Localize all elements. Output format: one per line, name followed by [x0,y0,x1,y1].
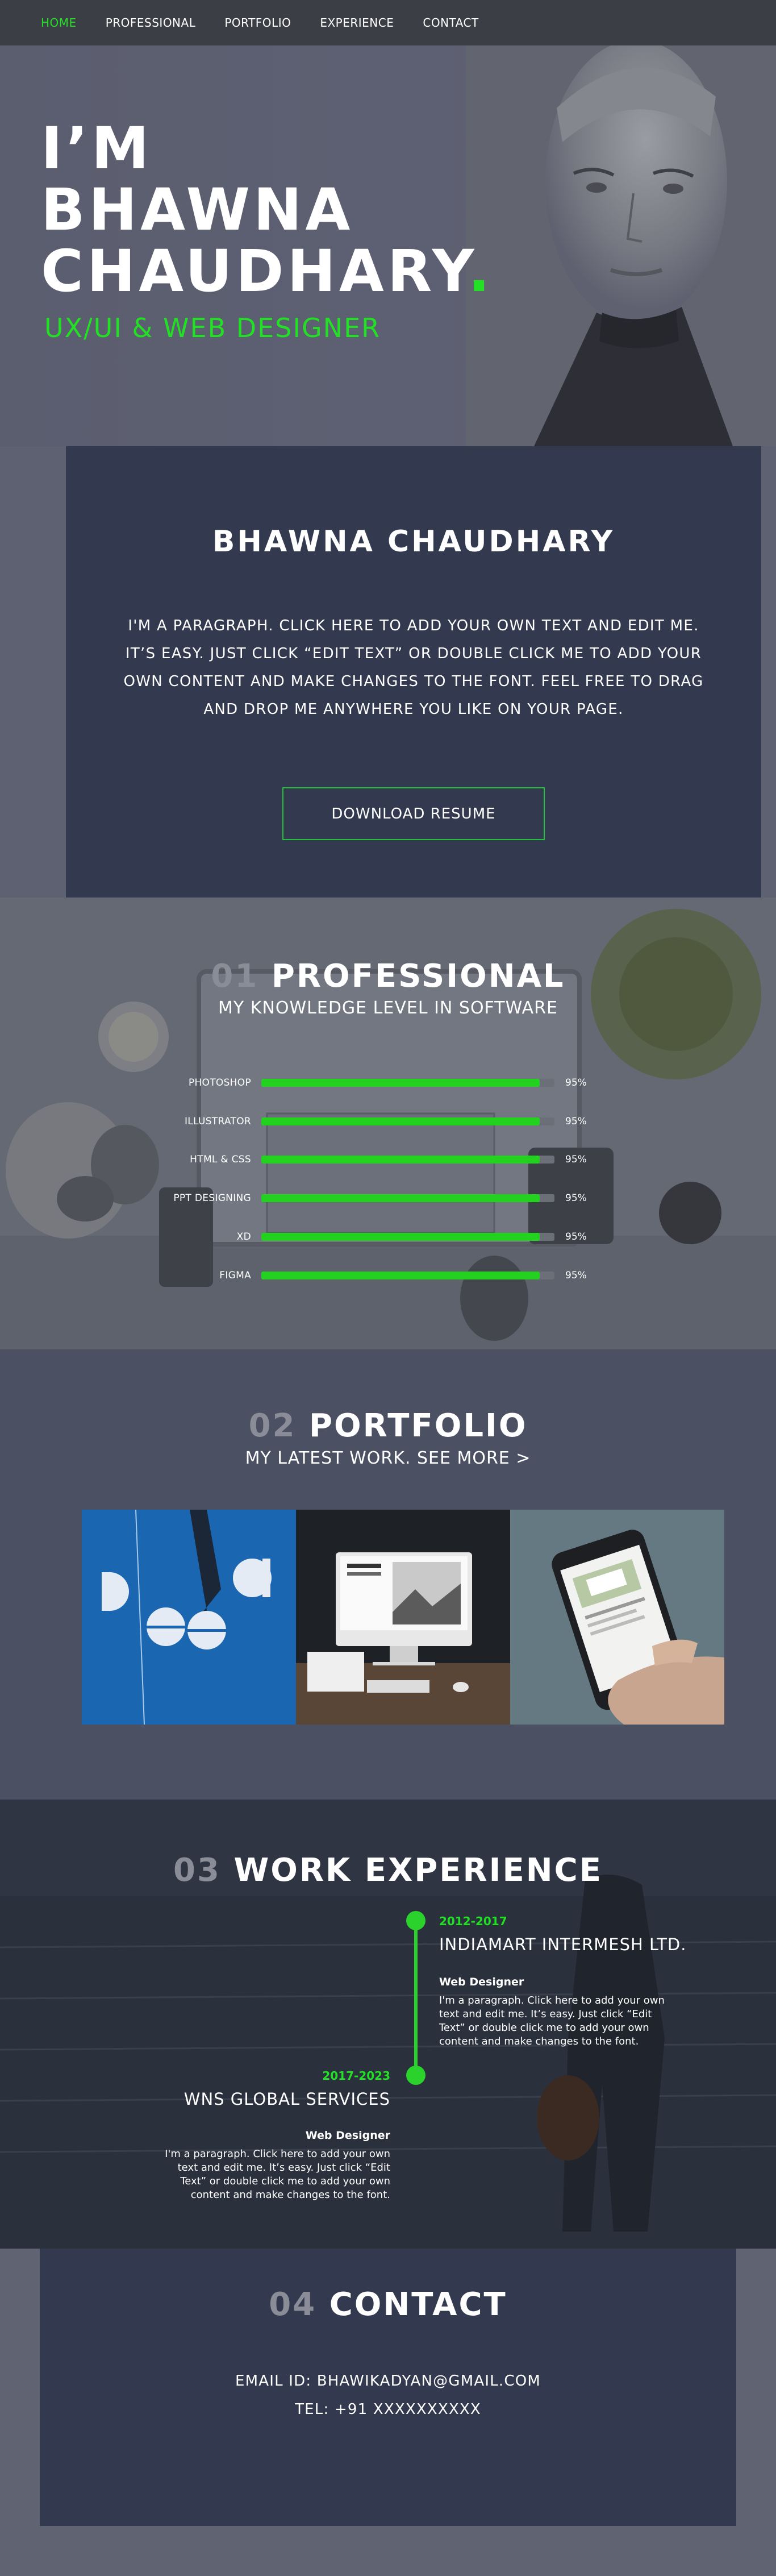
skill-row: HTML & CSS 95% [0,1154,776,1166]
job2-desc-line: Text” or double click me to add your own [180,2175,390,2187]
experience-title: WORK EXPERIENCE [233,1852,603,1889]
job2-date: 2017-2023 [322,2069,390,2083]
skill-bar-track [261,1194,554,1202]
phone-mockup-image [510,1510,724,1725]
experience-number: 03 [173,1852,221,1889]
portfolio-tile-deep[interactable] [82,1510,296,1725]
skill-bar-fill [261,1117,540,1125]
contact-heading: 04 CONTACT [40,2286,736,2323]
contact-title: CONTACT [329,2286,507,2323]
contact-section: 04 CONTACT EMAIL ID: BHAWIKADYAN@GMAIL.C… [0,2249,776,2576]
skill-name: FIGMA [219,1270,251,1281]
skill-bar-track [261,1156,554,1164]
contact-phone[interactable]: TEL: +91 XXXXXXXXXX [40,2401,736,2418]
skill-percent: 95% [565,1116,587,1127]
job1-description: I'm a paragraph. Click here to add your … [439,1994,678,2049]
skill-bar-fill [261,1156,540,1164]
see-more-link[interactable]: MY LATEST WORK. SEE MORE > [0,1448,776,1468]
hero-title: I’M BHAWNA CHAUDHARY. [41,118,494,302]
about-panel: BHAWNA CHAUDHARY I'M A PARAGRAPH. CLICK … [66,446,761,898]
portfolio-heading: 02 PORTFOLIO [0,1407,776,1444]
hero-portrait-image [466,45,776,446]
hero-section: I’M BHAWNA CHAUDHARY. UX/UI & WEB DESIGN… [0,45,776,446]
professional-subtitle: MY KNOWLEDGE LEVEL IN SOFTWARE [218,998,558,1018]
timeline-dot-1 [406,1911,425,1930]
skill-row: PPT DESIGNING 95% [0,1193,776,1205]
professional-section: 01 PROFESSIONAL MY KNOWLEDGE LEVEL IN SO… [0,898,776,1349]
nav-portfolio[interactable]: PORTFOLIO [224,16,291,30]
skill-bar-fill [261,1194,540,1202]
skill-name: HTML & CSS [190,1154,251,1165]
skill-percent: 95% [565,1193,587,1204]
portfolio-tile-imac[interactable] [296,1510,510,1725]
skill-row: FIGMA 95% [0,1270,776,1282]
job2-desc-line: text and edit me. It’s easy. Just click … [177,2162,390,2174]
skill-percent: 95% [565,1077,587,1088]
job1-date: 2012-2017 [439,1914,507,1928]
skill-bar-track [261,1233,554,1241]
experience-heading: 03 WORK EXPERIENCE [0,1852,776,1889]
contact-panel: 04 CONTACT EMAIL ID: BHAWIKADYAN@GMAIL.C… [40,2249,736,2526]
job2-desc-line: I'm a paragraph. Click here to add your … [165,2148,390,2160]
contact-email[interactable]: EMAIL ID: BHAWIKADYAN@GMAIL.COM [40,2373,736,2390]
portfolio-title: PORTFOLIO [309,1407,528,1444]
skill-name: PPT DESIGNING [173,1193,251,1204]
top-nav: HOME PROFESSIONAL PORTFOLIO EXPERIENCE C… [0,0,776,45]
hero-subtitle: UX/UI & WEB DESIGNER [44,313,381,343]
nav-home[interactable]: HOME [41,16,77,30]
professional-number: 01 [211,958,259,995]
job1-desc-line: I'm a paragraph. Click here to add your … [439,1995,665,2006]
imac-mockup-image [296,1510,510,1725]
hero-title-line3: CHAUDHARY. [41,241,494,302]
skill-row: ILLUSTRATOR 95% [0,1116,776,1128]
professional-heading: 01 PROFESSIONAL [0,958,776,995]
hero-title-surname: CHAUDHARY [41,238,468,305]
skill-bar-track [261,1117,554,1125]
deep-poster-image [82,1510,296,1725]
job1-desc-line: text and edit me. It’s easy. Just click … [439,2008,652,2020]
timeline-line [414,1922,418,2076]
job1-desc-line: Text” or double click me to add your own [439,2022,649,2034]
skill-percent: 95% [565,1231,587,1243]
hero-title-dot: . [468,238,494,305]
skill-bar-fill [261,1079,540,1087]
skill-name: XD [236,1231,251,1243]
portfolio-section: 02 PORTFOLIO MY LATEST WORK. SEE MORE > [0,1349,776,1800]
hero-title-line1: I’M [41,115,153,182]
job2-company: WNS GLOBAL SERVICES [183,2089,390,2109]
contact-number: 04 [269,2286,317,2323]
download-resume-button[interactable]: DOWNLOAD RESUME [282,787,545,840]
skill-bar-track [261,1272,554,1279]
nav-professional[interactable]: PROFESSIONAL [106,16,196,30]
skill-bar-fill [261,1272,540,1279]
job1-desc-line: content and make changes to the font. [439,2035,639,2047]
skill-name: PHOTOSHOP [188,1077,251,1088]
timeline-dot-2 [406,2066,425,2085]
job1-role: Web Designer [439,1976,524,1988]
skill-row: PHOTOSHOP 95% [0,1077,776,1090]
portfolio-number: 02 [248,1407,297,1444]
portfolio-gallery [82,1510,725,1725]
experience-section: 03 WORK EXPERIENCE 2012-2017 INDIAMART I… [0,1800,776,2249]
nav-experience[interactable]: EXPERIENCE [320,16,394,30]
skill-bar-track [261,1079,554,1087]
job2-desc-line: content and make changes to the font. [190,2189,390,2201]
skill-percent: 95% [565,1270,587,1281]
job2-description: I'm a paragraph. Click here to add your … [152,2147,390,2202]
job2-role: Web Designer [305,2129,390,2142]
portfolio-tile-phone[interactable] [510,1510,724,1725]
skill-bar-fill [261,1233,540,1241]
skill-percent: 95% [565,1154,587,1165]
nav-contact[interactable]: CONTACT [423,16,478,30]
hero-title-line2: BHAWNA [41,176,354,244]
professional-title: PROFESSIONAL [271,958,565,995]
about-paragraph: I'M A PARAGRAPH. CLICK HERE TO ADD YOUR … [123,617,704,718]
skill-name: ILLUSTRATOR [184,1116,251,1127]
job1-company: INDIAMART INTERMESH LTD. [439,1935,687,1954]
skill-row: XD 95% [0,1231,776,1244]
about-name: BHAWNA CHAUDHARY [212,525,615,559]
